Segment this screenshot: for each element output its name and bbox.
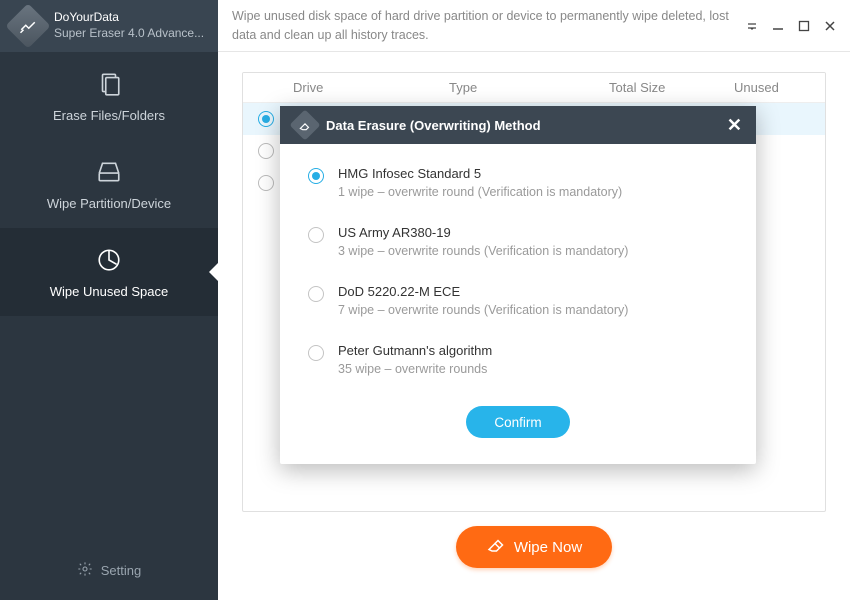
nav-label: Wipe Unused Space <box>50 284 169 299</box>
sidebar: DoYourData Super Eraser 4.0 Advance... E… <box>0 0 218 600</box>
method-radio[interactable] <box>308 286 324 302</box>
method-radio[interactable] <box>308 168 324 184</box>
app-logo-icon <box>5 3 50 48</box>
method-option-gutmann[interactable]: Peter Gutmann's algorithm 35 wipe – over… <box>308 343 728 376</box>
method-desc: 7 wipe – overwrite rounds (Verification … <box>338 303 628 317</box>
eraser-icon <box>486 536 504 558</box>
modal-close-button[interactable]: ✕ <box>727 115 742 136</box>
col-drive: Drive <box>289 80 449 95</box>
settings-button[interactable]: Setting <box>0 540 218 600</box>
method-desc: 3 wipe – overwrite rounds (Verification … <box>338 244 628 258</box>
nav-label: Erase Files/Folders <box>53 108 165 123</box>
eraser-icon <box>289 109 320 140</box>
confirm-button[interactable]: Confirm <box>466 406 569 438</box>
row-radio[interactable] <box>258 175 274 191</box>
nav-wipe-unused[interactable]: Wipe Unused Space <box>0 228 218 316</box>
minimize-button[interactable] <box>772 20 784 32</box>
method-title: HMG Infosec Standard 5 <box>338 166 622 181</box>
page-description: Wipe unused disk space of hard drive par… <box>232 7 736 43</box>
nav-erase-files[interactable]: Erase Files/Folders <box>0 52 218 140</box>
settings-label: Setting <box>101 563 141 578</box>
close-button[interactable] <box>824 20 836 32</box>
wipe-now-label: Wipe Now <box>514 539 582 556</box>
erasure-method-modal: Data Erasure (Overwriting) Method ✕ HMG … <box>280 106 756 464</box>
modal-header: Data Erasure (Overwriting) Method ✕ <box>280 106 756 144</box>
brand-name: DoYourData <box>54 10 204 26</box>
menu-icon[interactable] <box>746 20 758 32</box>
method-option-army[interactable]: US Army AR380-19 3 wipe – overwrite roun… <box>308 225 728 258</box>
maximize-button[interactable] <box>798 20 810 32</box>
table-header: Drive Type Total Size Unused <box>243 73 825 103</box>
method-option-hmg[interactable]: HMG Infosec Standard 5 1 wipe – overwrit… <box>308 166 728 199</box>
method-desc: 1 wipe – overwrite round (Verification i… <box>338 185 622 199</box>
wipe-now-button[interactable]: Wipe Now <box>456 526 612 568</box>
col-unused: Unused <box>734 80 825 95</box>
nav-label: Wipe Partition/Device <box>47 196 171 211</box>
method-title: Peter Gutmann's algorithm <box>338 343 492 358</box>
modal-title: Data Erasure (Overwriting) Method <box>326 118 541 133</box>
method-desc: 35 wipe – overwrite rounds <box>338 362 492 376</box>
topbar: Wipe unused disk space of hard drive par… <box>218 0 850 52</box>
gear-icon <box>77 561 93 580</box>
row-radio[interactable] <box>258 111 274 127</box>
method-radio[interactable] <box>308 227 324 243</box>
row-radio[interactable] <box>258 143 274 159</box>
method-option-dod[interactable]: DoD 5220.22-M ECE 7 wipe – overwrite rou… <box>308 284 728 317</box>
col-type: Type <box>449 80 609 95</box>
footer: Wipe Now <box>242 512 826 582</box>
files-icon <box>95 70 123 98</box>
sidebar-nav: Erase Files/Folders Wipe Partition/Devic… <box>0 52 218 540</box>
method-radio[interactable] <box>308 345 324 361</box>
brand-product: Super Eraser 4.0 Advance... <box>54 26 204 42</box>
drive-icon <box>95 158 123 186</box>
app-brand: DoYourData Super Eraser 4.0 Advance... <box>0 0 218 52</box>
piechart-icon <box>95 246 123 274</box>
col-size: Total Size <box>609 80 734 95</box>
nav-wipe-partition[interactable]: Wipe Partition/Device <box>0 140 218 228</box>
method-title: US Army AR380-19 <box>338 225 628 240</box>
method-title: DoD 5220.22-M ECE <box>338 284 628 299</box>
